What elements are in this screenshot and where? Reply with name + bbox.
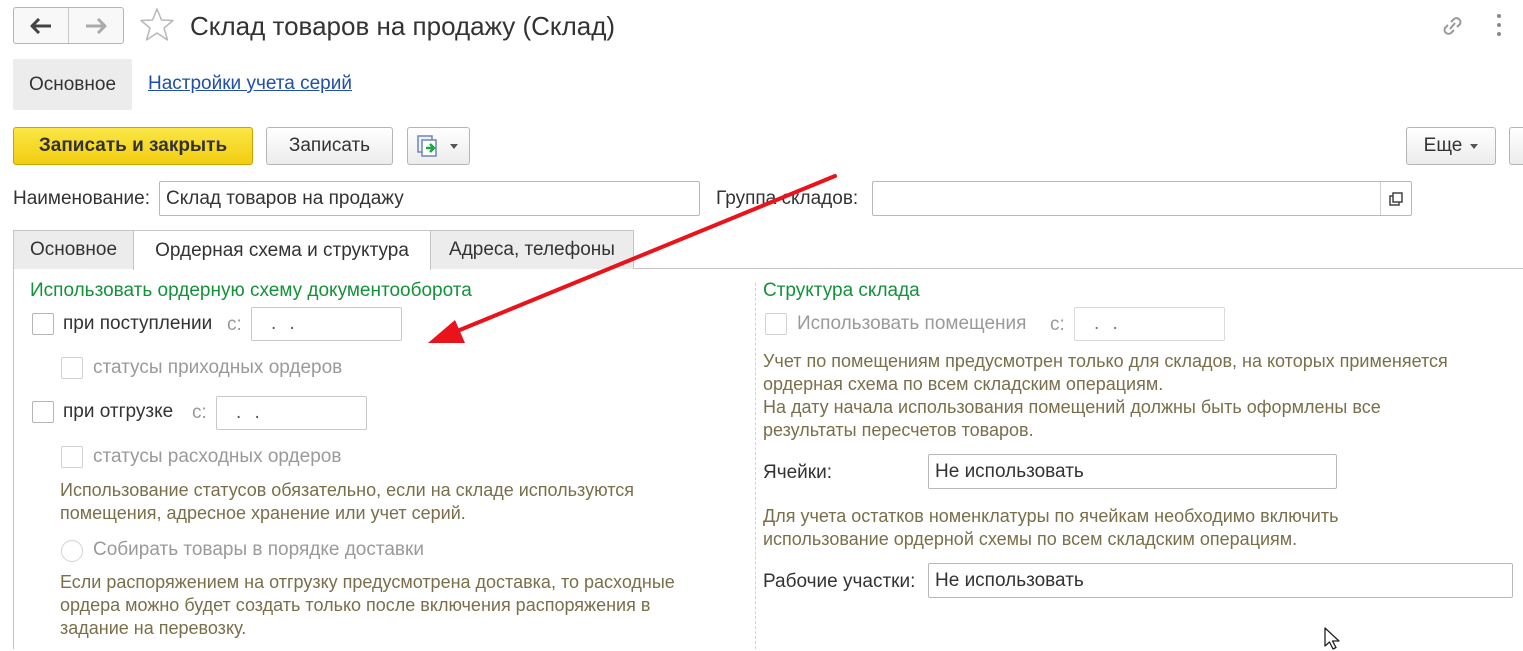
more-vertical-icon[interactable] bbox=[1493, 12, 1505, 38]
statuses-note-line: Использование статусов обязательно, если… bbox=[60, 480, 634, 500]
statuses-note-line: помещения, адресное хранение или учет се… bbox=[60, 503, 466, 523]
work-areas-input[interactable]: Не использовать bbox=[928, 563, 1513, 598]
name-label: Наименование: bbox=[13, 188, 150, 209]
link-icon[interactable] bbox=[1437, 12, 1467, 40]
cells-label: Ячейки: bbox=[763, 462, 833, 483]
back-arrow-icon bbox=[30, 17, 51, 34]
forward-button[interactable] bbox=[68, 8, 123, 43]
tab-addresses[interactable]: Адреса, телефоны bbox=[430, 230, 634, 269]
rooms-date-input[interactable]: . . bbox=[1074, 307, 1225, 341]
save-button[interactable]: Записать bbox=[266, 127, 393, 165]
report-icon bbox=[417, 135, 437, 157]
rooms-note-line: результаты пересчетов товаров. bbox=[763, 420, 1034, 440]
back-button[interactable] bbox=[14, 8, 68, 43]
receipt-statuses-label: статусы приходных ордеров bbox=[93, 357, 343, 378]
open-form-icon bbox=[1389, 191, 1403, 206]
column-divider bbox=[755, 283, 756, 649]
order-scheme-title: Использовать ордерную схему документообо… bbox=[30, 280, 472, 301]
cells-note-line: использование ордерной схемы по всем скл… bbox=[763, 529, 1298, 549]
name-input[interactable]: Склад товаров на продажу bbox=[159, 181, 700, 216]
tabs-bar: Основное Ордерная схема и структура Адре… bbox=[13, 230, 1523, 270]
delivery-order-radio[interactable] bbox=[61, 540, 83, 562]
reports-dropdown-button[interactable] bbox=[407, 127, 470, 165]
help-button[interactable] bbox=[1509, 127, 1523, 165]
rooms-note-line: Учет по помещениям предусмотрен только д… bbox=[763, 351, 1448, 371]
statuses-note: Использование статусов обязательно, если… bbox=[60, 479, 634, 525]
rooms-date-prefix: с: bbox=[1050, 314, 1065, 335]
receipt-date-prefix: с: bbox=[227, 314, 242, 335]
group-label: Группа складов: bbox=[716, 188, 859, 209]
more-button-label: Еще bbox=[1423, 135, 1463, 156]
forward-arrow-icon bbox=[86, 17, 107, 34]
tab-order-scheme[interactable]: Ордерная схема и структура bbox=[133, 230, 431, 270]
delivery-note: Если распоряжением на отгрузку предусмот… bbox=[60, 571, 675, 640]
cells-input[interactable]: Не использовать bbox=[928, 454, 1337, 489]
cells-note-line: Для учета остатков номенклатуры по ячейк… bbox=[763, 506, 1339, 526]
shipment-statuses-label: статусы расходных ордеров bbox=[93, 446, 342, 467]
chevron-down-icon bbox=[450, 143, 458, 149]
mouse-cursor-icon bbox=[1324, 627, 1340, 650]
rooms-note-line: ордерная схема по всем складским операци… bbox=[763, 374, 1164, 394]
shipment-statuses-checkbox[interactable] bbox=[61, 446, 83, 468]
receipt-date-input[interactable]: . . bbox=[251, 307, 402, 341]
rooms-note: Учет по помещениям предусмотрен только д… bbox=[763, 350, 1448, 442]
tab-main[interactable]: Основное bbox=[13, 230, 134, 269]
receipt-label: при поступлении bbox=[63, 313, 213, 334]
shipment-label: при отгрузке bbox=[63, 401, 174, 422]
cells-note: Для учета остатков номенклатуры по ячейк… bbox=[763, 505, 1338, 551]
delivery-order-label: Собирать товары в порядке доставки bbox=[93, 539, 424, 560]
window-title: Склад товаров на продажу (Склад) bbox=[190, 11, 616, 41]
shipment-date-input[interactable]: . . bbox=[216, 396, 367, 430]
more-button[interactable]: Еще bbox=[1406, 127, 1496, 165]
receipt-statuses-checkbox[interactable] bbox=[61, 357, 83, 379]
receipt-checkbox[interactable] bbox=[32, 313, 54, 335]
save-and-close-button[interactable]: Записать и закрыть bbox=[13, 127, 253, 165]
navigation-buttons bbox=[13, 7, 124, 44]
delivery-note-line: задание на перевозку. bbox=[60, 618, 247, 638]
shipment-date-prefix: с: bbox=[192, 402, 207, 423]
delivery-note-line: ордера можно будет создать только после … bbox=[60, 595, 651, 615]
open-group-button[interactable] bbox=[1380, 182, 1411, 215]
use-rooms-checkbox[interactable] bbox=[765, 313, 787, 335]
group-input[interactable] bbox=[872, 181, 1412, 216]
series-settings-link[interactable]: Настройки учета серий bbox=[148, 73, 352, 95]
use-rooms-label: Использовать помещения bbox=[797, 313, 1027, 334]
panel-border bbox=[13, 269, 14, 649]
rooms-note-line: На дату начала использования помещений д… bbox=[763, 397, 1381, 417]
shipment-checkbox[interactable] bbox=[32, 401, 54, 423]
favorite-star-icon[interactable] bbox=[138, 6, 176, 44]
work-areas-label: Рабочие участки: bbox=[763, 571, 916, 592]
delivery-note-line: Если распоряжением на отгрузку предусмот… bbox=[60, 572, 675, 592]
section-main[interactable]: Основное bbox=[13, 59, 132, 110]
chevron-down-icon bbox=[1470, 143, 1479, 149]
structure-title: Структура склада bbox=[763, 280, 920, 301]
